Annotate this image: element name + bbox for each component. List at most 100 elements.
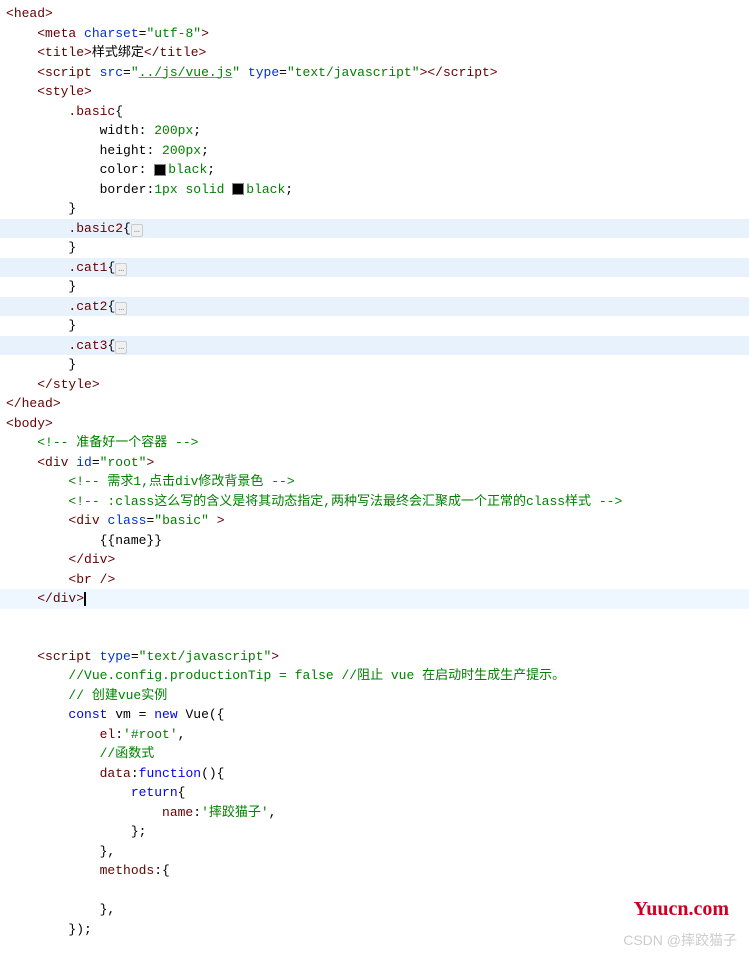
code-token: /> [100,572,116,587]
code-token: = [279,65,287,80]
code-token: > [201,26,209,41]
code-token: > [146,455,154,470]
code-line: color: black; [0,160,749,180]
code-token: : [115,727,123,742]
code-token: :{ [154,863,170,878]
code-token: src [100,65,123,80]
code-token: } [68,279,76,294]
code-token: script [443,65,490,80]
fold-marker-icon[interactable]: … [115,302,127,315]
code-token: </ [6,396,22,411]
code-line: return{ [0,783,749,803]
code-line: .cat1{… [0,258,749,278]
code-token: new [154,707,185,722]
code-line: } [0,277,749,297]
code-token: border [100,182,147,197]
code-token: br [76,572,99,587]
code-line: .basic2{… [0,219,749,239]
code-token: < [37,45,45,60]
code-line: name:'摔跤猫子', [0,803,749,823]
code-line: border:1px solid black; [0,180,749,200]
code-token: type [248,65,279,80]
code-token: > [84,84,92,99]
code-token: function [139,766,201,781]
code-token: div [84,552,107,567]
fold-marker-icon[interactable]: … [115,263,127,276]
code-token: }, [100,844,116,859]
code-token: : [139,162,155,177]
code-line: data:function(){ [0,764,749,784]
code-token: black [168,162,207,177]
code-token: = [123,65,131,80]
code-token: "root" [100,455,147,470]
code-token: < [37,26,45,41]
code-line: el:'#root', [0,725,749,745]
code-token: <!-- 准备好一个容器 --> [37,435,198,450]
code-token: //Vue.config.productionTip = false //阻止 … [68,668,565,683]
code-container: <head> <meta charset="utf-8"> <title>样式绑… [0,0,749,979]
code-line: .basic{ [0,102,749,122]
code-token: < [37,65,45,80]
code-token: title [159,45,198,60]
code-token: head [14,6,45,21]
code-token: ; [193,123,201,138]
code-token: "utf-8" [146,26,201,41]
code-token: type [100,649,131,664]
code-line: // 创建vue实例 [0,686,749,706]
code-token: > [92,377,100,392]
code-token: 样式绑定 [92,45,144,60]
code-token: .cat2 [68,299,107,314]
color-swatch-icon [232,183,244,195]
code-token: }; [131,824,147,839]
code-token: //函数式 [100,746,155,761]
code-line: <div class="basic" > [0,511,749,531]
code-line: <script type="text/javascript"> [0,647,749,667]
code-token: 1px solid [154,182,232,197]
code-token: {{name}} [100,533,162,548]
code-line: } [0,355,749,375]
code-token: </ [37,591,53,606]
code-line: } [0,238,749,258]
code-token: " [131,65,139,80]
code-token: } [68,318,76,333]
code-token: // 创建vue实例 [68,688,167,703]
code-token: methods [100,863,155,878]
code-line: <title>样式绑定</title> [0,43,749,63]
code-token: , [178,727,186,742]
code-token: = [92,455,100,470]
code-token: title [45,45,84,60]
code-line: .cat3{… [0,336,749,356]
code-line [0,628,749,647]
watermark-logo: Yuucn.com [634,894,729,924]
code-token: { [178,785,186,800]
code-line: </style> [0,375,749,395]
code-token: vm [115,707,138,722]
code-token: "basic" [154,513,209,528]
code-line: <br /> [0,570,749,590]
code-token: ; [207,162,215,177]
code-token: id [76,455,92,470]
code-token: </ [37,377,53,392]
code-token: color [100,162,139,177]
code-token [240,65,248,80]
code-token: .basic [68,104,115,119]
code-token: ></ [420,65,443,80]
code-line: </div> [0,550,749,570]
code-line: height: 200px; [0,141,749,161]
code-token: </ [68,552,84,567]
code-token: Vue [185,707,208,722]
code-line: <head> [0,4,749,24]
code-line: const vm = new Vue({ [0,705,749,725]
fold-marker-icon[interactable]: … [131,224,143,237]
code-token: height [100,143,147,158]
code-token: , [269,805,277,820]
code-token: " [232,65,240,80]
fold-marker-icon[interactable]: … [115,341,127,354]
code-line: <!-- 需求1,点击div修改背景色 --> [0,472,749,492]
code-line: .cat2{… [0,297,749,317]
code-token: charset [84,26,139,41]
code-line: </div> [0,589,749,609]
code-token: <!-- 需求1,点击div修改背景色 --> [68,474,294,489]
code-token: } [68,357,76,372]
code-token: '摔跤猫子' [201,805,269,820]
